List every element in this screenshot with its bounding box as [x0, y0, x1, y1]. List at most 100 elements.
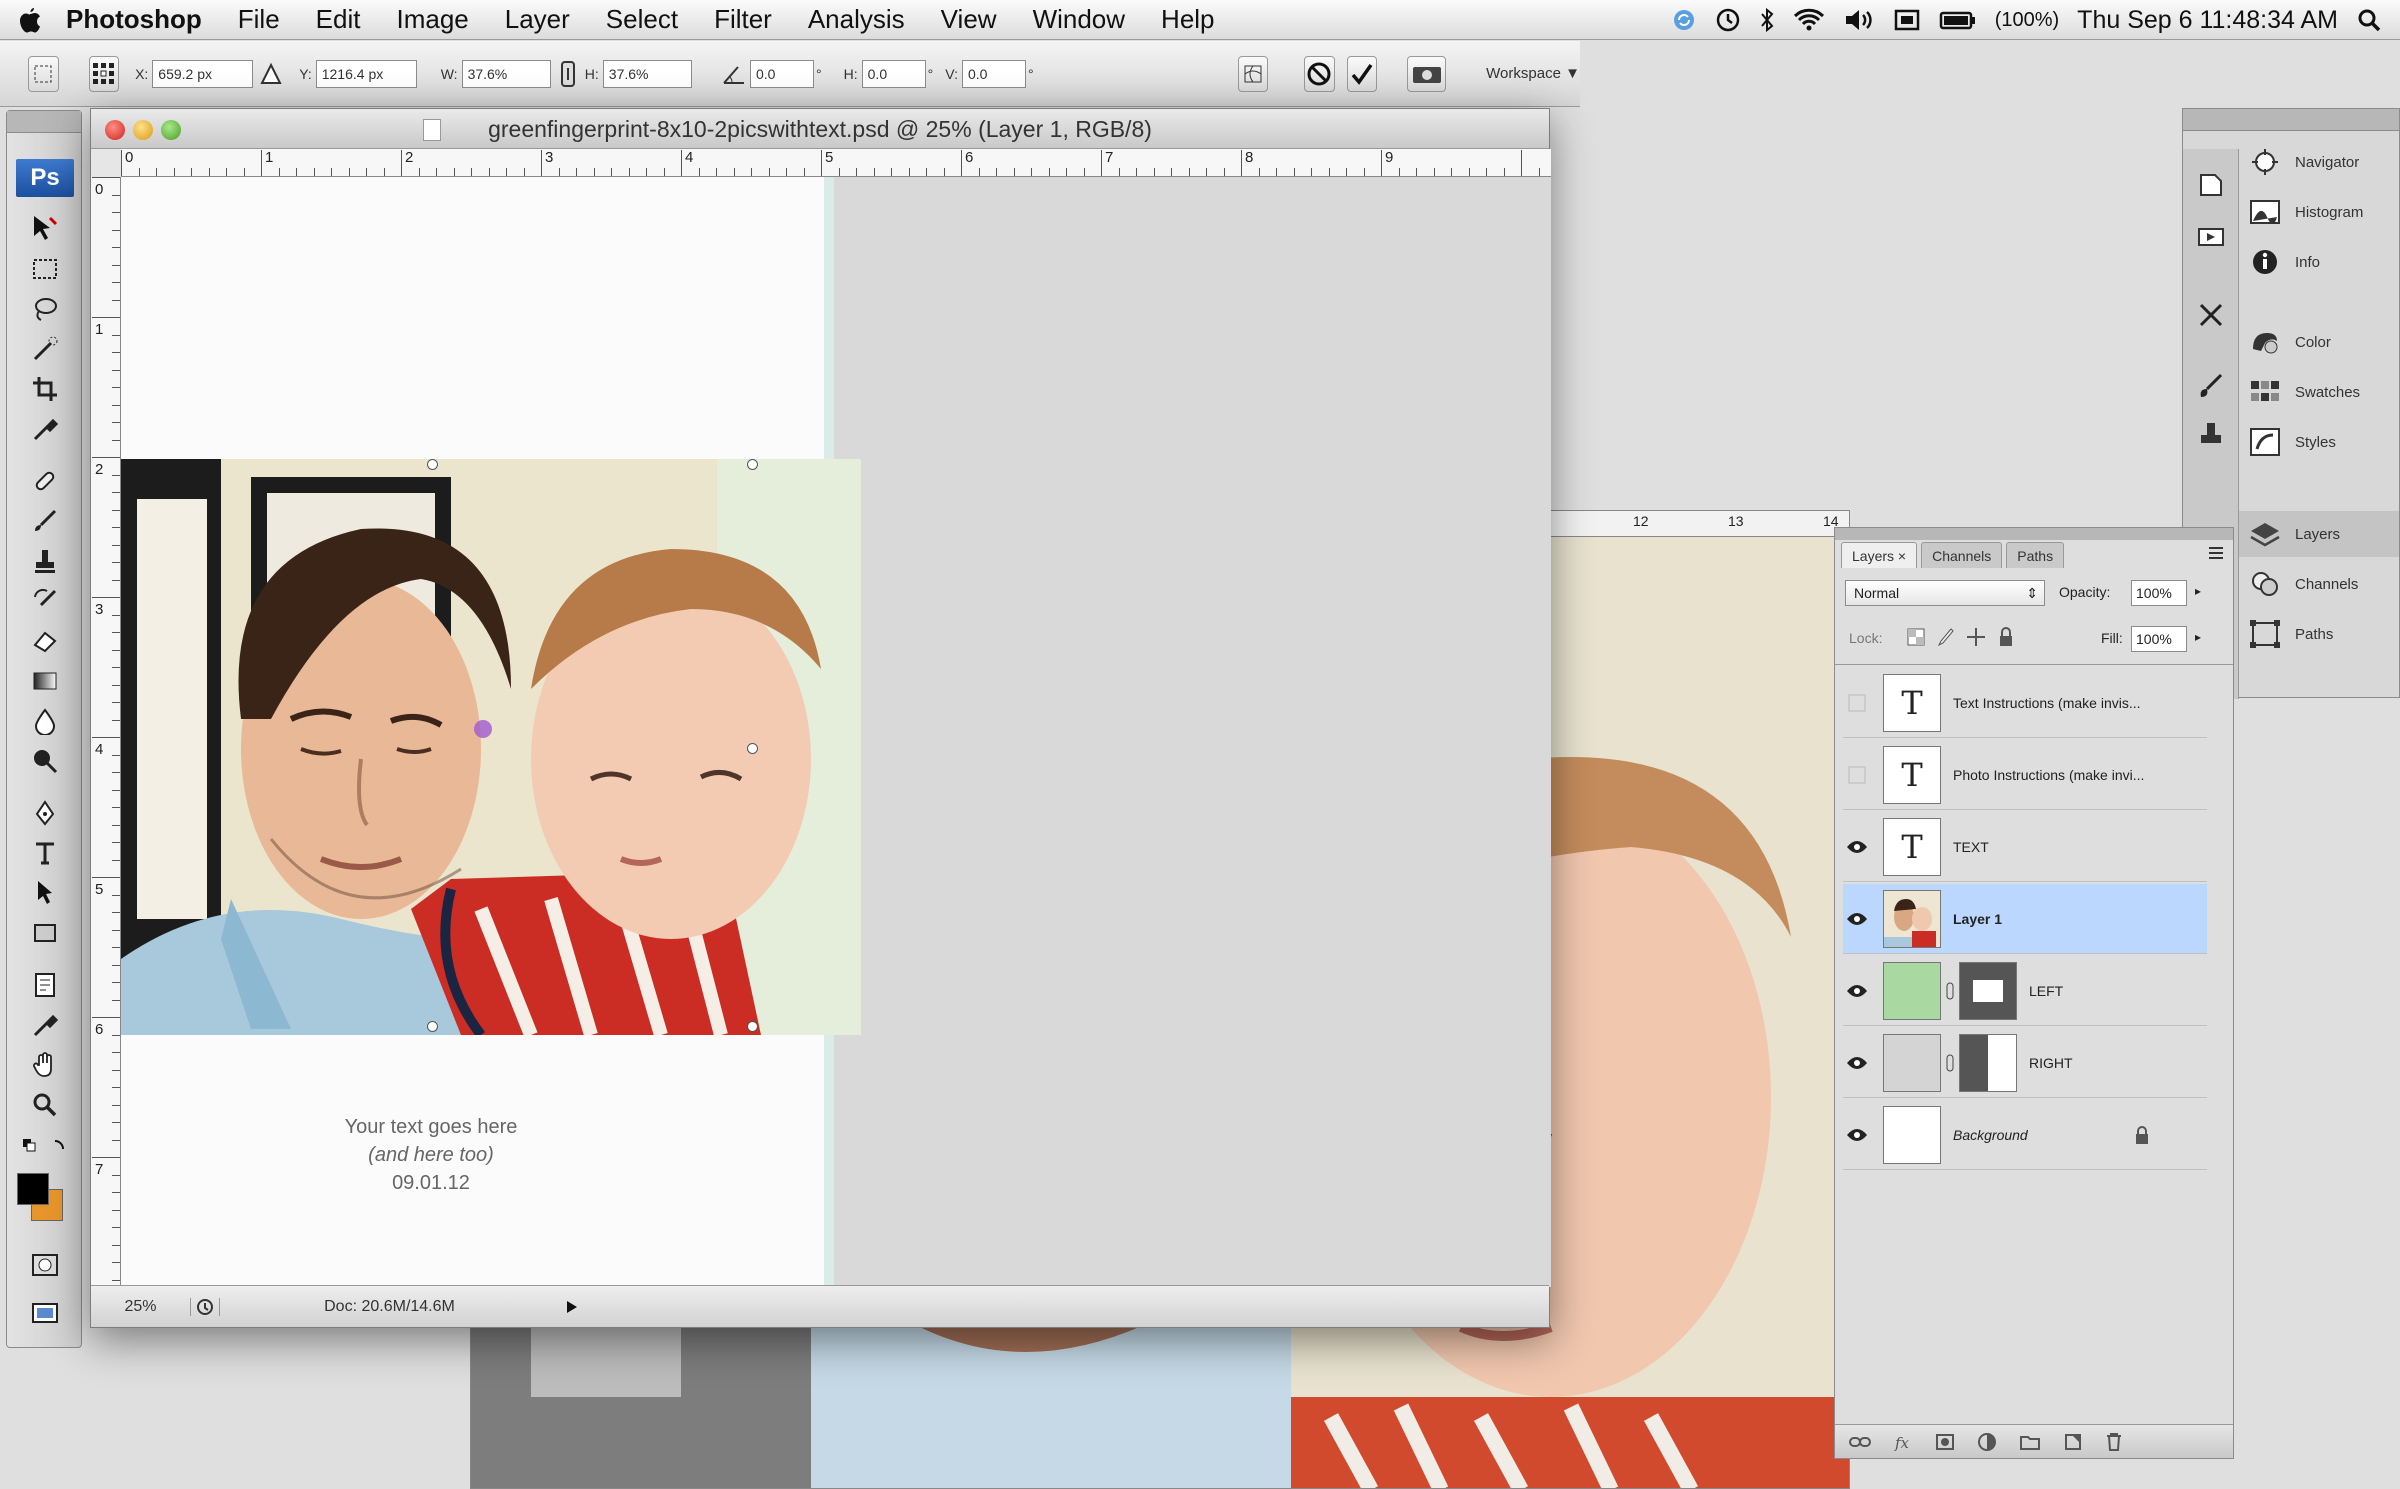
visibility-toggle[interactable]: [1843, 761, 1871, 789]
tab-paths[interactable]: Paths: [2006, 542, 2065, 568]
app-menu[interactable]: Photoshop: [60, 4, 220, 35]
dock-paths[interactable]: Paths: [2247, 611, 2333, 657]
fill-arrow-icon[interactable]: ▸: [2195, 630, 2201, 644]
gradient-tool-icon[interactable]: [25, 663, 65, 699]
time-machine-icon[interactable]: [1715, 7, 1741, 33]
layers-panel-header[interactable]: [1835, 528, 2233, 540]
layer-style-icon[interactable]: fx: [1893, 1433, 1913, 1451]
opacity-arrow-icon[interactable]: ▸: [2195, 584, 2201, 598]
notes-tool-icon[interactable]: [25, 967, 65, 1003]
transform-handle[interactable]: [747, 1021, 758, 1032]
workspace-menu[interactable]: Workspace ▼: [1486, 65, 1580, 82]
clone-source-icon[interactable]: [2195, 419, 2227, 451]
healing-brush-tool-icon[interactable]: [25, 463, 65, 499]
layer-row-selected[interactable]: Layer 1: [1843, 884, 2207, 954]
dock-swatches[interactable]: Swatches: [2247, 369, 2360, 415]
actions-icon[interactable]: [2195, 221, 2227, 253]
layer-row[interactable]: T Text Instructions (make invis...: [1843, 668, 2207, 738]
transform-handle[interactable]: [427, 459, 438, 470]
vertical-ruler[interactable]: 0 1 2 3 4 5 6 7: [91, 177, 121, 1287]
hand-tool-icon[interactable]: [25, 1047, 65, 1083]
quick-selection-tool-icon[interactable]: [25, 331, 65, 367]
dodge-tool-icon[interactable]: [25, 743, 65, 779]
lock-pixels-icon[interactable]: [1935, 626, 1957, 648]
x-field[interactable]: 659.2 px: [152, 59, 254, 88]
quick-mask-icon[interactable]: [25, 1247, 65, 1283]
delete-layer-icon[interactable]: [2105, 1432, 2123, 1452]
lock-transparency-icon[interactable]: [1905, 626, 1927, 648]
menu-edit[interactable]: Edit: [298, 4, 379, 35]
foreground-color-swatch[interactable]: [17, 1173, 49, 1205]
layer-row[interactable]: T Photo Instructions (make invi...: [1843, 740, 2207, 810]
reference-point-icon[interactable]: [88, 55, 120, 92]
close-tab-icon[interactable]: ×: [1898, 548, 1906, 564]
ps-logo[interactable]: Ps: [16, 159, 74, 197]
canvas[interactable]: Your text goes here (and here too) 09.01…: [121, 177, 1551, 1287]
blur-tool-icon[interactable]: [25, 703, 65, 739]
layer-row[interactable]: Background: [1843, 1100, 2207, 1170]
crop-tool-icon[interactable]: [25, 371, 65, 407]
eye-icon[interactable]: [1843, 905, 1871, 933]
height-field[interactable]: 37.6%: [602, 59, 692, 88]
horizontal-skew-field[interactable]: 0.0: [861, 59, 926, 88]
zoom-level[interactable]: 25%: [91, 1297, 191, 1316]
rotate-angle-icon[interactable]: [722, 63, 746, 85]
history-icon[interactable]: [2195, 169, 2227, 201]
eye-icon[interactable]: [1843, 977, 1871, 1005]
move-tool-icon[interactable]: [25, 211, 65, 247]
layer-row[interactable]: LEFT: [1843, 956, 2207, 1026]
dock-color[interactable]: Color: [2247, 319, 2331, 365]
menu-image[interactable]: Image: [378, 4, 486, 35]
menu-file[interactable]: File: [220, 4, 298, 35]
minimize-window-button[interactable]: [133, 120, 153, 140]
zoom-tool-icon[interactable]: [25, 1087, 65, 1123]
sync-icon[interactable]: [1671, 7, 1697, 33]
volume-icon[interactable]: [1843, 7, 1875, 33]
eye-icon[interactable]: [1843, 833, 1871, 861]
menu-filter[interactable]: Filter: [696, 4, 790, 35]
link-layers-icon[interactable]: [1849, 1434, 1871, 1450]
menu-help[interactable]: Help: [1143, 4, 1232, 35]
lasso-tool-icon[interactable]: [25, 291, 65, 327]
close-window-button[interactable]: [105, 120, 125, 140]
battery-icon[interactable]: [1939, 7, 1977, 33]
status-arrow-icon[interactable]: [565, 1299, 579, 1315]
lock-position-icon[interactable]: [1965, 626, 1987, 648]
panel-menu-icon[interactable]: [2207, 544, 2225, 562]
dock-channels[interactable]: Channels: [2247, 561, 2358, 607]
menu-view[interactable]: View: [923, 4, 1015, 35]
vertical-skew-field[interactable]: 0.0: [962, 59, 1027, 88]
tools-panel-header[interactable]: [7, 111, 81, 133]
fill-field[interactable]: 100%: [2131, 626, 2187, 652]
visibility-toggle[interactable]: [1843, 689, 1871, 717]
eraser-tool-icon[interactable]: [25, 623, 65, 659]
document-title-bar[interactable]: greenfingerprint-8x10-2picswithtext.psd …: [91, 109, 1549, 149]
rotate-angle-field[interactable]: 0.0: [750, 59, 815, 88]
bridge-camera-icon[interactable]: [1407, 55, 1447, 92]
clock[interactable]: Thu Sep 6 11:48:34 AM: [2077, 6, 2338, 35]
history-brush-tool-icon[interactable]: [25, 583, 65, 619]
dock-navigator[interactable]: Navigator: [2247, 139, 2359, 185]
layer-row[interactable]: RIGHT: [1843, 1028, 2207, 1098]
eye-icon[interactable]: [1843, 1049, 1871, 1077]
path-selection-tool-icon[interactable]: [25, 875, 65, 911]
opacity-field[interactable]: 100%: [2131, 580, 2187, 606]
mask-link-icon[interactable]: [1945, 981, 1955, 1001]
menu-layer[interactable]: Layer: [487, 4, 588, 35]
dock-histogram[interactable]: Histogram: [2247, 189, 2363, 235]
marquee-tool-icon[interactable]: [25, 251, 65, 287]
layer-1-photo[interactable]: [121, 459, 861, 1035]
eye-icon[interactable]: [1843, 1121, 1871, 1149]
apple-menu-icon[interactable]: [0, 6, 60, 34]
dock-styles[interactable]: Styles: [2247, 419, 2336, 465]
new-layer-icon[interactable]: [2063, 1432, 2083, 1452]
y-field[interactable]: 1216.4 px: [315, 59, 417, 88]
transform-handle[interactable]: [747, 743, 758, 754]
new-group-icon[interactable]: [2019, 1433, 2041, 1451]
zoom-window-button[interactable]: [161, 120, 181, 140]
dock-layers[interactable]: Layers: [2239, 511, 2399, 557]
transform-handle[interactable]: [427, 1021, 438, 1032]
brush-tool-icon[interactable]: [25, 503, 65, 539]
dock-info[interactable]: Info: [2247, 239, 2320, 285]
horizontal-ruler[interactable]: 0 1 2 3 4 5 6 7 8 9: [121, 149, 1551, 177]
